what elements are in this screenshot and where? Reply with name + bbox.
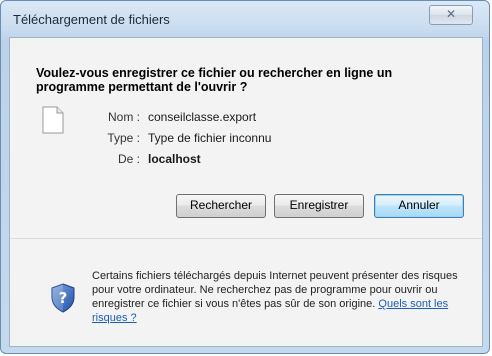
from-label: De : [117, 152, 140, 166]
save-button[interactable]: Enregistrer [274, 194, 364, 218]
from-value: localhost [148, 152, 201, 166]
name-value: conseilclasse.export [148, 110, 257, 124]
dialog-main-section: Voulez-vous enregistrer ce fichier ou re… [10, 38, 482, 238]
name-label: Nom : [107, 110, 140, 124]
window-title: Téléchargement de fichiers [13, 12, 170, 27]
search-button[interactable]: Rechercher [176, 194, 266, 218]
type-label: Type : [107, 131, 140, 145]
security-warning-text: Certains fichiers téléchargés depuis Int… [92, 269, 472, 325]
dialog-content: Voulez-vous enregistrer ce fichier ou re… [9, 37, 483, 347]
title-bar[interactable]: Téléchargement de fichiers ✕ [1, 1, 489, 37]
cancel-button[interactable]: Annuler [374, 194, 464, 218]
download-dialog: Téléchargement de fichiers ✕ Voulez-vous… [0, 0, 490, 354]
type-value: Type de fichier inconnu [148, 131, 272, 145]
close-button[interactable]: ✕ [429, 5, 473, 25]
security-info-section: ? Certains fichiers téléchargés depuis I… [10, 239, 482, 346]
shield-icon: ? [51, 283, 75, 313]
dialog-question: Voulez-vous enregistrer ce fichier ou re… [36, 66, 393, 94]
close-icon: ✕ [445, 7, 457, 21]
svg-text:?: ? [59, 289, 68, 307]
